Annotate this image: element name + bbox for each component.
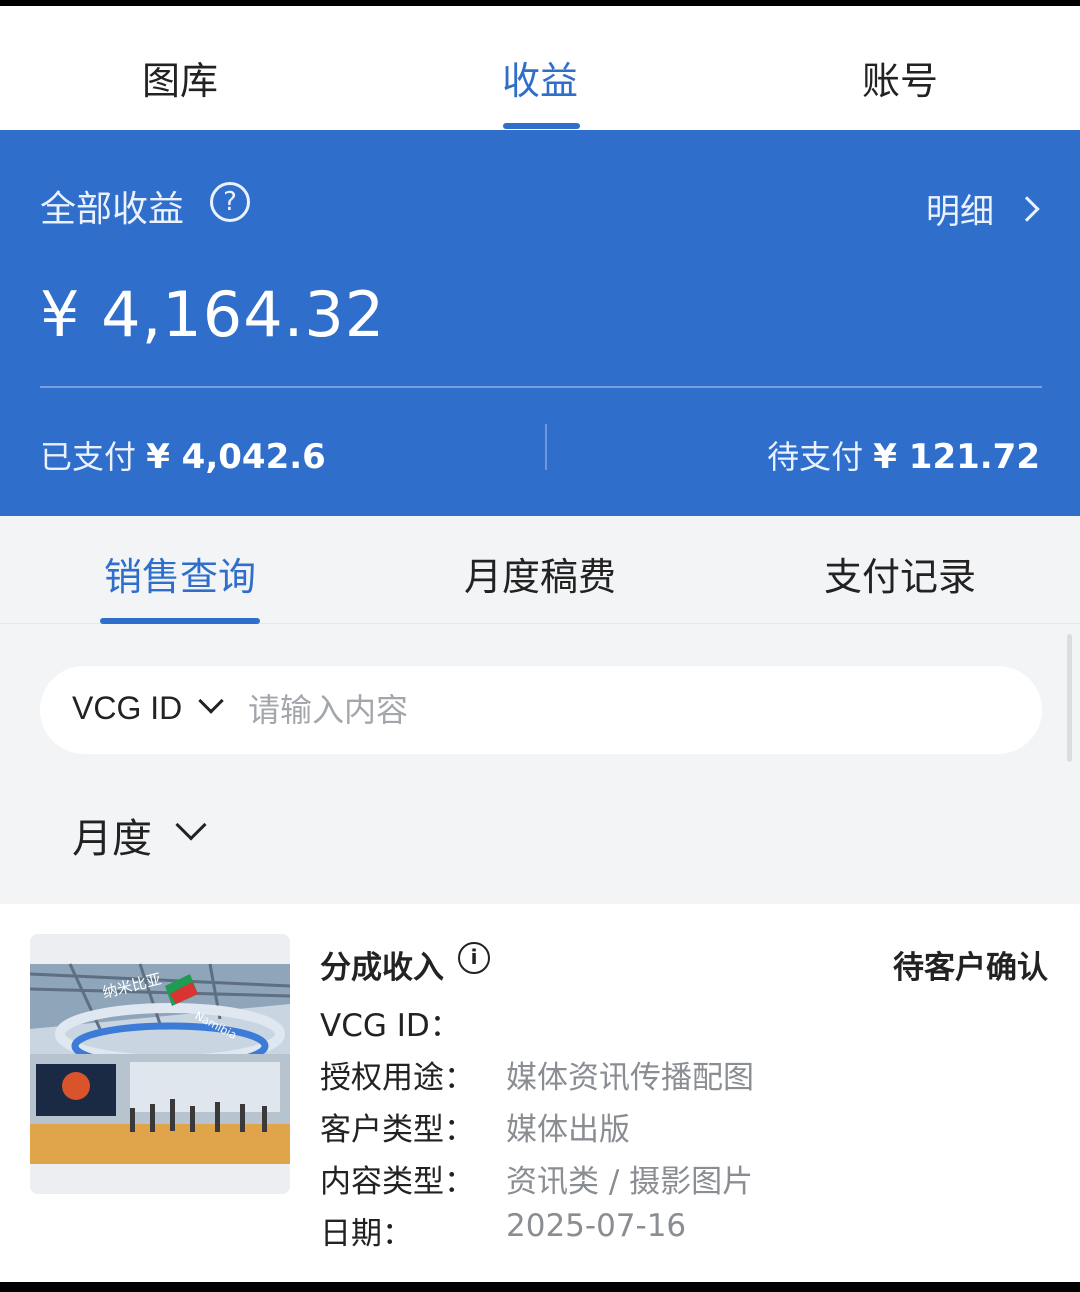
tab-gallery[interactable]: 图库 (60, 50, 300, 105)
pending-summary: 待支付 ¥ 121.72 (767, 432, 1040, 478)
sale-record-card[interactable]: 纳米比亚 Namibia 分成收入 i 待客户确认 VCG ID： 授权用途： … (0, 904, 1080, 1282)
photo-thumbnail[interactable]: 纳米比亚 Namibia (30, 934, 290, 1194)
record-row-vcg-id: VCG ID： (320, 1000, 461, 1045)
revenue-type-title: 分成收入 (320, 950, 444, 986)
tab-sales-query[interactable]: 销售查询 (60, 546, 300, 601)
paid-summary: 已支付 ¥ 4,042.6 (40, 432, 326, 478)
tab-monthly-fees[interactable]: 月度稿费 (420, 546, 660, 601)
detail-link[interactable]: 明细 (926, 184, 1040, 233)
paid-label: 已支付 (40, 438, 137, 476)
search-bar: VCG ID (40, 666, 1042, 754)
summary-vertical-divider (545, 424, 547, 470)
tab-account[interactable]: 账号 (780, 50, 1020, 105)
row-label: 内容类型： (320, 1164, 475, 1200)
total-amount: ¥ 4,164.32 (40, 278, 386, 351)
exhibition-photo-icon: 纳米比亚 Namibia (30, 934, 290, 1194)
search-input[interactable] (248, 684, 1008, 736)
paid-amount: ¥ 4,042.6 (146, 437, 326, 477)
row-value: 资讯类 / 摄影图片 (506, 1164, 754, 1200)
active-subtab-indicator (100, 618, 260, 624)
chevron-right-icon (1014, 195, 1040, 222)
earnings-page: 图库 收益 账号 全部收益 ? 明细 ¥ 4,164.32 已支付 ¥ 4,04… (0, 6, 1080, 1282)
earnings-summary: 全部收益 ? 明细 ¥ 4,164.32 已支付 ¥ 4,042.6 待支付 ¥… (0, 130, 1080, 516)
active-tab-indicator (503, 123, 580, 129)
month-filter[interactable]: 月度 (72, 806, 152, 864)
row-value: 2025-07-16 (506, 1208, 687, 1244)
sub-tab-bar: 销售查询 月度稿费 支付记录 (0, 516, 1080, 624)
record-row-content-type: 内容类型： 资讯类 / 摄影图片 (320, 1156, 753, 1201)
tab-payment-records[interactable]: 支付记录 (780, 546, 1020, 601)
pending-label: 待支付 (767, 438, 864, 476)
summary-divider (40, 386, 1042, 388)
month-chevron-down-icon[interactable] (175, 809, 207, 841)
scrollbar[interactable] (1067, 634, 1072, 762)
search-type-select[interactable]: VCG ID (72, 690, 182, 727)
row-value: 媒体出版 (506, 1112, 630, 1148)
record-row-usage: 授权用途： 媒体资讯传播配图 (320, 1052, 754, 1097)
detail-label: 明细 (926, 192, 994, 232)
chevron-down-icon[interactable] (198, 688, 224, 714)
help-icon[interactable]: ? (210, 182, 250, 222)
tab-earnings[interactable]: 收益 (420, 50, 660, 105)
row-label: VCG ID： (320, 1008, 461, 1044)
row-label: 客户类型： (320, 1112, 475, 1148)
row-label: 日期： (320, 1216, 413, 1252)
top-tab-bar: 图库 收益 账号 (0, 6, 1080, 130)
record-row-customer-type: 客户类型： 媒体出版 (320, 1104, 630, 1149)
status-badge: 待客户确认 (893, 950, 1048, 986)
pending-amount: ¥ 121.72 (873, 437, 1040, 477)
row-label: 授权用途： (320, 1060, 475, 1096)
row-value: 媒体资讯传播配图 (506, 1060, 754, 1096)
record-row-date: 日期： 2025-07-16 (320, 1208, 686, 1253)
total-earnings-label: 全部收益 (40, 189, 185, 230)
info-icon[interactable]: i (458, 942, 490, 974)
